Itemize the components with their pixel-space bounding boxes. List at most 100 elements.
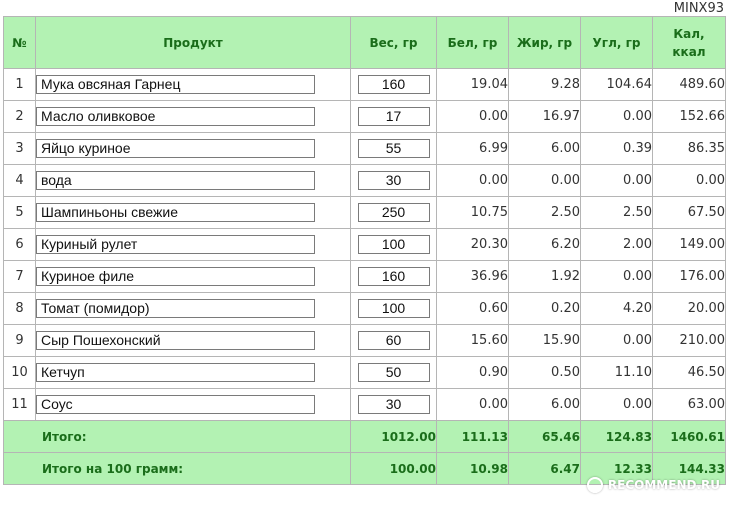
product-name-cell: Мука овсяная Гарнец bbox=[35, 68, 351, 101]
col-header-kcal: Кал, ккал bbox=[652, 16, 726, 69]
weight-input[interactable]: 60 bbox=[357, 331, 430, 350]
product-name-input[interactable]: Сыр Пошехонский bbox=[36, 331, 315, 350]
product-name-cell: Масло оливковое bbox=[35, 100, 351, 133]
weight-input[interactable]: 100 bbox=[357, 235, 430, 254]
table-row: 9 Сыр Пошехонский 60 15.60 15.90 0.00 210.00 bbox=[3, 324, 726, 357]
carbs-value: 4.20 bbox=[580, 292, 653, 325]
table-row: 4 вода 30 0.00 0.00 0.00 0.00 bbox=[3, 164, 726, 197]
weight-input[interactable]: 50 bbox=[357, 363, 430, 382]
kcal-value: 63.00 bbox=[652, 388, 726, 421]
protein-value: 6.99 bbox=[436, 132, 509, 165]
weight-input[interactable]: 30 bbox=[357, 171, 430, 190]
row-index: 3 bbox=[3, 132, 36, 165]
kcal-value: 149.00 bbox=[652, 228, 726, 261]
protein-value: 0.00 bbox=[436, 100, 509, 133]
weight-input[interactable]: 250 bbox=[357, 203, 430, 222]
fat-value: 0.50 bbox=[508, 356, 581, 389]
weight-input[interactable]: 100 bbox=[357, 299, 430, 318]
product-name-input[interactable]: Томат (помидор) bbox=[36, 299, 315, 318]
row-index: 2 bbox=[3, 100, 36, 133]
product-name-cell: Сыр Пошехонский bbox=[35, 324, 351, 357]
weight-cell: 55 bbox=[350, 132, 437, 165]
product-name-input[interactable]: Шампиньоны свежие bbox=[36, 203, 315, 222]
kcal-value: 152.66 bbox=[652, 100, 726, 133]
table-row: 1 Мука овсяная Гарнец 160 19.04 9.28 104.64 48… bbox=[3, 68, 726, 101]
product-name-input[interactable]: Яйцо куриное bbox=[36, 139, 315, 158]
row-index: 1 bbox=[3, 68, 36, 101]
nutrition-table: № Продукт Вес, гр Бел, гр Жир, гр Угл, г… bbox=[3, 16, 726, 485]
totals-weight: 1012.00 bbox=[350, 420, 437, 453]
weight-cell: 30 bbox=[350, 388, 437, 421]
weight-input[interactable]: 17 bbox=[357, 107, 430, 126]
carbs-value: 0.39 bbox=[580, 132, 653, 165]
protein-value: 0.00 bbox=[436, 164, 509, 197]
fat-value: 15.90 bbox=[508, 324, 581, 357]
product-name-input[interactable]: Соус bbox=[36, 395, 315, 414]
product-name-input[interactable]: Кетчуп bbox=[36, 363, 315, 382]
kcal-value: 86.35 bbox=[652, 132, 726, 165]
col-header-weight: Вес, гр bbox=[350, 16, 437, 69]
carbs-value: 0.00 bbox=[580, 164, 653, 197]
fat-value: 9.28 bbox=[508, 68, 581, 101]
product-name-cell: Куриный рулет bbox=[35, 228, 351, 261]
per100-weight: 100.00 bbox=[350, 452, 437, 485]
fat-value: 6.00 bbox=[508, 388, 581, 421]
row-index: 6 bbox=[3, 228, 36, 261]
table-body: 1 Мука овсяная Гарнец 160 19.04 9.28 104.64 48… bbox=[3, 68, 726, 421]
row-index: 4 bbox=[3, 164, 36, 197]
carbs-value: 0.00 bbox=[580, 260, 653, 293]
weight-cell: 60 bbox=[350, 324, 437, 357]
product-name-cell: Шампиньоны свежие bbox=[35, 196, 351, 229]
product-name-cell: Куриное филе bbox=[35, 260, 351, 293]
carbs-value: 0.00 bbox=[580, 324, 653, 357]
header-row: № Продукт Вес, гр Бел, гр Жир, гр Угл, г… bbox=[3, 16, 726, 69]
totals-fat: 65.46 bbox=[508, 420, 581, 453]
row-index: 9 bbox=[3, 324, 36, 357]
kcal-value: 20.00 bbox=[652, 292, 726, 325]
product-name-cell: Яйцо куриное bbox=[35, 132, 351, 165]
watermark-text: RECOMMEND.RU bbox=[607, 478, 720, 492]
product-name-input[interactable]: вода bbox=[36, 171, 315, 190]
fat-value: 16.97 bbox=[508, 100, 581, 133]
fat-value: 0.00 bbox=[508, 164, 581, 197]
watermark: RECOMMEND.RU bbox=[586, 477, 720, 493]
weight-cell: 100 bbox=[350, 228, 437, 261]
totals-protein: 111.13 bbox=[436, 420, 509, 453]
protein-value: 10.75 bbox=[436, 196, 509, 229]
weight-cell: 160 bbox=[350, 68, 437, 101]
protein-value: 15.60 bbox=[436, 324, 509, 357]
product-name-input[interactable]: Куриный рулет bbox=[36, 235, 315, 254]
totals-row: Итого: 1012.00 111.13 65.46 124.83 1460.… bbox=[3, 420, 726, 453]
fat-value: 6.20 bbox=[508, 228, 581, 261]
product-name-cell: Томат (помидор) bbox=[35, 292, 351, 325]
weight-input[interactable]: 55 bbox=[357, 139, 430, 158]
weight-input[interactable]: 30 bbox=[357, 395, 430, 414]
carbs-value: 0.00 bbox=[580, 388, 653, 421]
carbs-value: 11.10 bbox=[580, 356, 653, 389]
product-name-cell: Кетчуп bbox=[35, 356, 351, 389]
totals-carbs: 124.83 bbox=[580, 420, 653, 453]
weight-cell: 30 bbox=[350, 164, 437, 197]
product-name-input[interactable]: Масло оливковое bbox=[36, 107, 315, 126]
product-name-input[interactable]: Мука овсяная Гарнец bbox=[36, 75, 315, 94]
fat-value: 6.00 bbox=[508, 132, 581, 165]
protein-value: 0.60 bbox=[436, 292, 509, 325]
product-name-input[interactable]: Куриное филе bbox=[36, 267, 315, 286]
carbs-value: 2.00 bbox=[580, 228, 653, 261]
per100-label: Итого на 100 грамм: bbox=[3, 452, 351, 485]
protein-value: 36.96 bbox=[436, 260, 509, 293]
fat-value: 2.50 bbox=[508, 196, 581, 229]
kcal-value: 67.50 bbox=[652, 196, 726, 229]
row-index: 7 bbox=[3, 260, 36, 293]
product-name-cell: вода bbox=[35, 164, 351, 197]
totals-label: Итого: bbox=[3, 420, 351, 453]
totals-kcal: 1460.61 bbox=[652, 420, 726, 453]
weight-input[interactable]: 160 bbox=[357, 75, 430, 94]
col-header-carbs: Угл, гр bbox=[580, 16, 653, 69]
per100-protein: 10.98 bbox=[436, 452, 509, 485]
weight-cell: 17 bbox=[350, 100, 437, 133]
weight-cell: 250 bbox=[350, 196, 437, 229]
row-index: 11 bbox=[3, 388, 36, 421]
fat-value: 0.20 bbox=[508, 292, 581, 325]
weight-input[interactable]: 160 bbox=[357, 267, 430, 286]
